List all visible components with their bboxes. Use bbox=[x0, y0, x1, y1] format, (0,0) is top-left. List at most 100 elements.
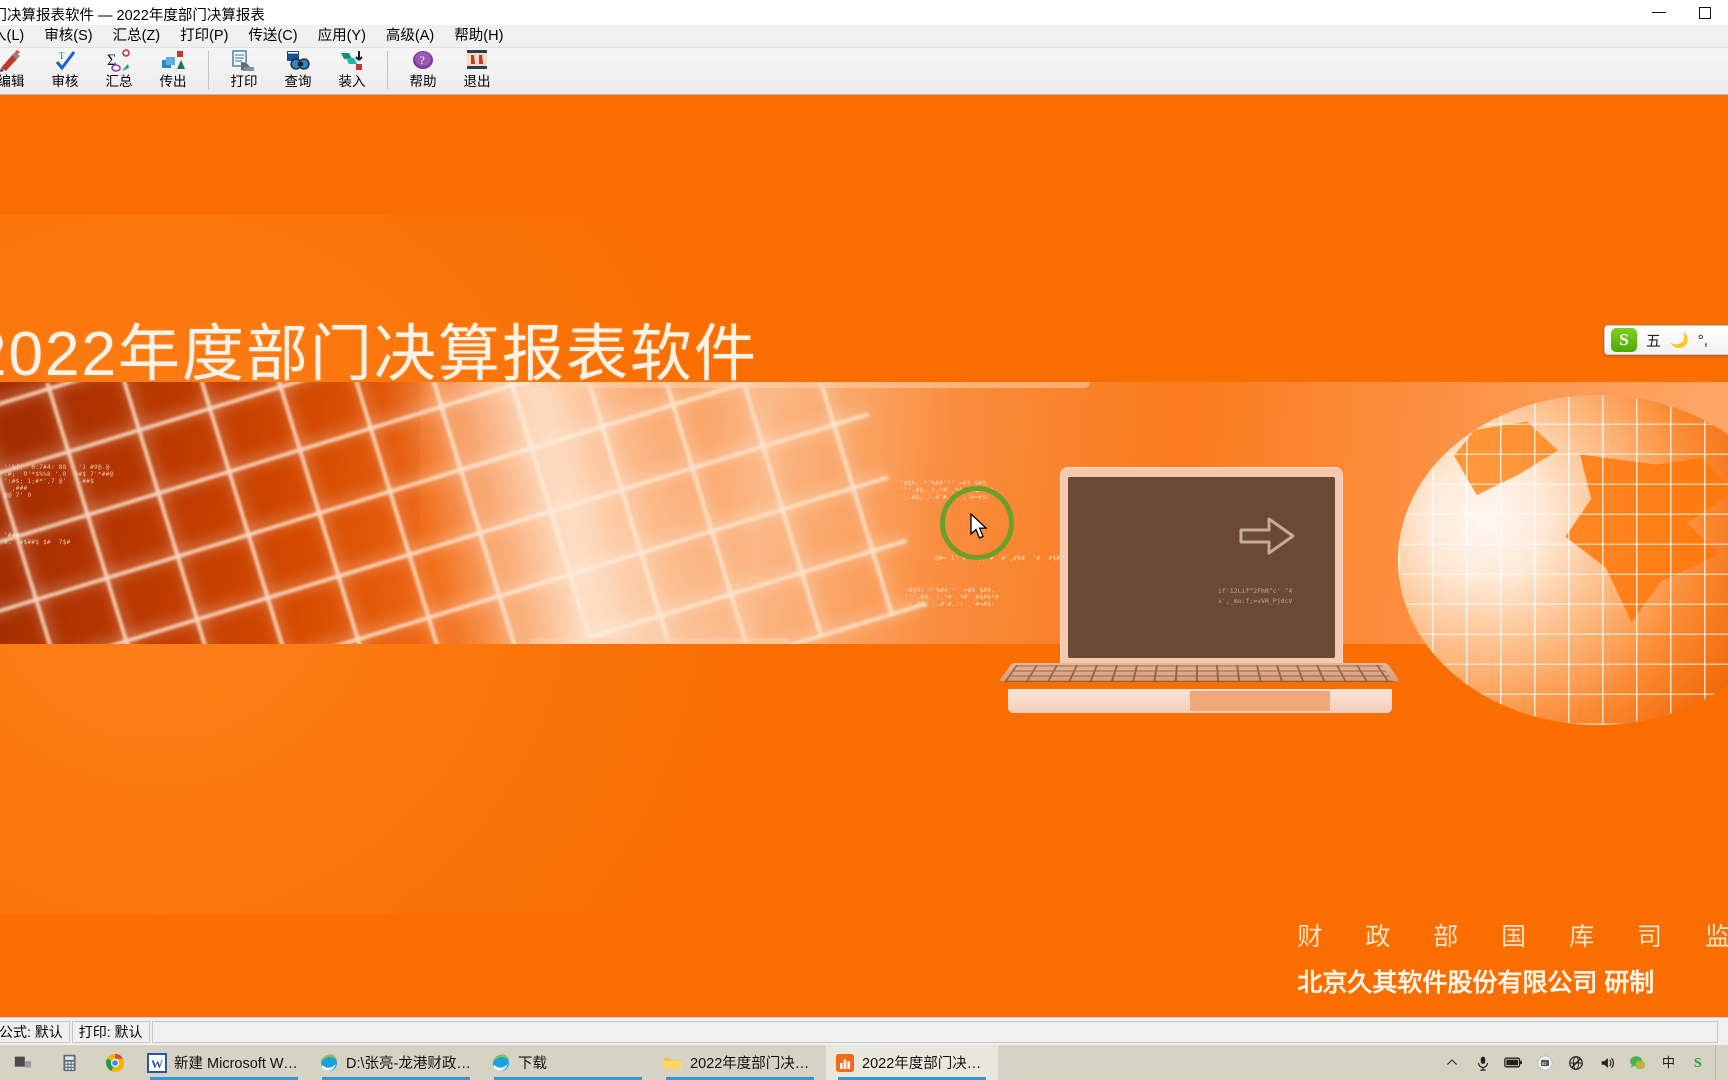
taskbar-label-word: 新建 Microsoft Wor... bbox=[174, 1052, 301, 1073]
toolbar-label-export: 传出 bbox=[160, 74, 187, 90]
laptop-screen-code-1: if'12Lif^2FhR^c' ^4 bbox=[1218, 587, 1292, 595]
taskbar-label-jiuqi-app: 2022年度部门决算报... bbox=[862, 1052, 989, 1073]
taskbar-item-folder[interactable]: 2022年度部门决算软... bbox=[654, 1045, 826, 1080]
toolbar-button-audit[interactable]: T 审核 bbox=[38, 48, 92, 94]
check-audit-icon: T bbox=[52, 49, 78, 73]
status-print: 打印: 默认 bbox=[72, 1021, 150, 1043]
sigma-summary-icon: Σ bbox=[106, 49, 132, 73]
toolbar-label-import: 装入 bbox=[339, 74, 366, 90]
printer-icon bbox=[231, 49, 257, 73]
window-title: 部门决算报表软件 — 2022年度部门决算报表 bbox=[0, 4, 265, 25]
laptop-graphic: if'12Lif^2FhR^c' ^4 x',_mo:f;=vVR_PjdcV bbox=[1060, 467, 1440, 717]
band-notch-bottom bbox=[530, 638, 790, 644]
toolbar-button-import[interactable]: 装入 bbox=[325, 48, 379, 94]
exit-door-icon bbox=[464, 49, 490, 73]
status-bar: 公式: 默认 打印: 默认 bbox=[0, 1017, 1728, 1045]
taskbar-label-explorer-path: D:\张亮-龙港财政\20... bbox=[346, 1052, 473, 1073]
wechat-icon[interactable] bbox=[1622, 1045, 1653, 1080]
taskbar-item-word[interactable]: W 新建 Microsoft Wor... bbox=[138, 1045, 310, 1080]
binoculars-query-icon bbox=[285, 49, 311, 73]
edit-pencil-icon bbox=[0, 49, 24, 73]
laptop-trackpad bbox=[1190, 691, 1330, 711]
svg-text:中: 中 bbox=[1662, 1055, 1675, 1070]
menu-item-transmit[interactable]: 传送(C) bbox=[238, 25, 307, 48]
splash-screen: 2022年度部门决算报表软件 ''%{; 0:7#4: 88 '1 #9@.@ … bbox=[0, 95, 1728, 1017]
menu-item-summary[interactable]: 汇总(Z) bbox=[103, 25, 171, 48]
mouse-pointer-icon bbox=[970, 513, 990, 541]
taskbar-label-downloads: 下载 bbox=[518, 1052, 547, 1073]
menu-item-input[interactable]: 入(L) bbox=[0, 25, 34, 48]
toolbar-button-summary[interactable]: Σ 汇总 bbox=[92, 48, 146, 94]
band-code-text-left: ''%{; 0:7#4: 88 '1 #9@.@ .#; 9'*$%%8 '.0… bbox=[4, 464, 114, 499]
toolbar-label-summary: 汇总 bbox=[106, 74, 133, 90]
arrow-right-icon bbox=[1237, 513, 1299, 559]
minimize-icon bbox=[1652, 12, 1666, 14]
toolbar-label-print: 打印 bbox=[231, 74, 258, 90]
toolbar-label-query: 查询 bbox=[285, 74, 312, 90]
menu-bar: 入(L) 审核(S) 汇总(Z) 打印(P) 传送(C) 应用(Y) 高级(A)… bbox=[0, 25, 1728, 48]
globe-graphic bbox=[1398, 395, 1728, 725]
toolbar-button-query[interactable]: 查询 bbox=[271, 48, 325, 94]
splash-code-text-b: @#= 1' #''#$,'# '#',#$# '# #$# bbox=[935, 555, 1060, 562]
svg-text:W: W bbox=[151, 1057, 163, 1071]
menu-item-print[interactable]: 打印(P) bbox=[170, 25, 238, 48]
toolbar-label-help: 帮助 bbox=[410, 74, 437, 90]
toolbar-button-print[interactable]: 打印 bbox=[217, 48, 271, 94]
menu-item-audit[interactable]: 审核(S) bbox=[34, 25, 102, 48]
sogou-ime-toolbar[interactable]: S 五 🌙 °, bbox=[1604, 325, 1728, 355]
taskbar-item-downloads[interactable]: 下载 bbox=[482, 1045, 654, 1080]
word-icon: W bbox=[147, 1053, 167, 1073]
toolbar-button-edit[interactable]: 编辑 bbox=[0, 48, 38, 94]
system-tray: ID 中 S bbox=[1436, 1045, 1728, 1080]
svg-text:T: T bbox=[59, 51, 65, 61]
taskbar-label-folder: 2022年度部门决算软... bbox=[690, 1052, 817, 1073]
task-view-icon[interactable] bbox=[0, 1045, 46, 1080]
ime-punctuation-icon[interactable]: °, bbox=[1698, 332, 1708, 349]
menu-item-help[interactable]: 帮助(H) bbox=[444, 25, 513, 48]
battery-icon[interactable] bbox=[1498, 1045, 1529, 1080]
sogou-logo-icon[interactable]: S bbox=[1611, 328, 1637, 352]
chrome-icon[interactable] bbox=[92, 1045, 138, 1080]
toolbar-button-export[interactable]: 传出 bbox=[146, 48, 200, 94]
globe-meridians bbox=[1398, 395, 1728, 725]
splash-title: 2022年度部门决算报表软件 bbox=[0, 303, 758, 393]
microphone-icon[interactable] bbox=[1467, 1045, 1498, 1080]
laptop-screen-code-2: x',_mo:f;=vVR_PjdcV bbox=[1218, 597, 1292, 605]
credit-company-line: 北京久其软件股份有限公司 研制 bbox=[1297, 963, 1728, 999]
export-out-icon bbox=[160, 49, 186, 73]
toolbar-label-edit: 编辑 bbox=[0, 74, 25, 90]
toolbar-label-audit: 审核 bbox=[52, 74, 79, 90]
chevron-up-icon[interactable] bbox=[1436, 1045, 1467, 1080]
svg-text:?: ? bbox=[420, 53, 425, 67]
menu-item-application[interactable]: 应用(Y) bbox=[308, 25, 376, 48]
minimize-button[interactable] bbox=[1636, 0, 1682, 25]
application-window: 部门决算报表软件 — 2022年度部门决算报表 入(L) 审核(S) 汇总(Z)… bbox=[0, 0, 1728, 1045]
svg-text:S: S bbox=[1694, 1055, 1702, 1071]
volume-icon[interactable] bbox=[1591, 1045, 1622, 1080]
windows-taskbar: W 新建 Microsoft Wor... D:\张亮-龙港财政\20... 下… bbox=[0, 1045, 1728, 1080]
import-in-icon bbox=[339, 49, 365, 73]
svg-text:ID: ID bbox=[1541, 1060, 1545, 1065]
taskbar-item-jiuqi-app[interactable]: 2022年度部门决算报... bbox=[826, 1045, 998, 1080]
laptop-keyboard bbox=[1004, 665, 1394, 682]
status-formula: 公式: 默认 bbox=[0, 1021, 70, 1043]
taskbar-item-explorer-path[interactable]: D:\张亮-龙港财政\20... bbox=[310, 1045, 482, 1080]
sogou-badge-icon[interactable]: ID bbox=[1529, 1045, 1560, 1080]
toolbar: 编辑 T 审核 Σ 汇总 传出 打印 查询 装入 ? 帮助 退出 bbox=[0, 48, 1728, 95]
sogou-s-icon[interactable]: S bbox=[1684, 1045, 1715, 1080]
ime-chinese-icon[interactable]: 中 bbox=[1653, 1045, 1684, 1080]
jiuqi-app-icon bbox=[835, 1053, 855, 1073]
network-blocked-icon[interactable] bbox=[1560, 1045, 1591, 1080]
ime-moon-icon[interactable]: 🌙 bbox=[1670, 331, 1689, 349]
maximize-icon bbox=[1699, 7, 1711, 19]
ime-mode-wubi[interactable]: 五 bbox=[1646, 330, 1661, 351]
ie-icon bbox=[319, 1053, 339, 1073]
maximize-button[interactable] bbox=[1682, 0, 1728, 25]
show-desktop-button[interactable] bbox=[1715, 1045, 1724, 1080]
credit-ministry-line: 财 政 部 国 库 司 监 bbox=[1297, 917, 1728, 953]
band-code-text-left-2: '### 0. '#$##$ $# 7$# bbox=[4, 532, 71, 546]
toolbar-button-help[interactable]: ? 帮助 bbox=[396, 48, 450, 94]
menu-item-advanced[interactable]: 高级(A) bbox=[376, 25, 444, 48]
toolbar-button-exit[interactable]: 退出 bbox=[450, 48, 504, 94]
calculator-icon[interactable] bbox=[46, 1045, 92, 1080]
